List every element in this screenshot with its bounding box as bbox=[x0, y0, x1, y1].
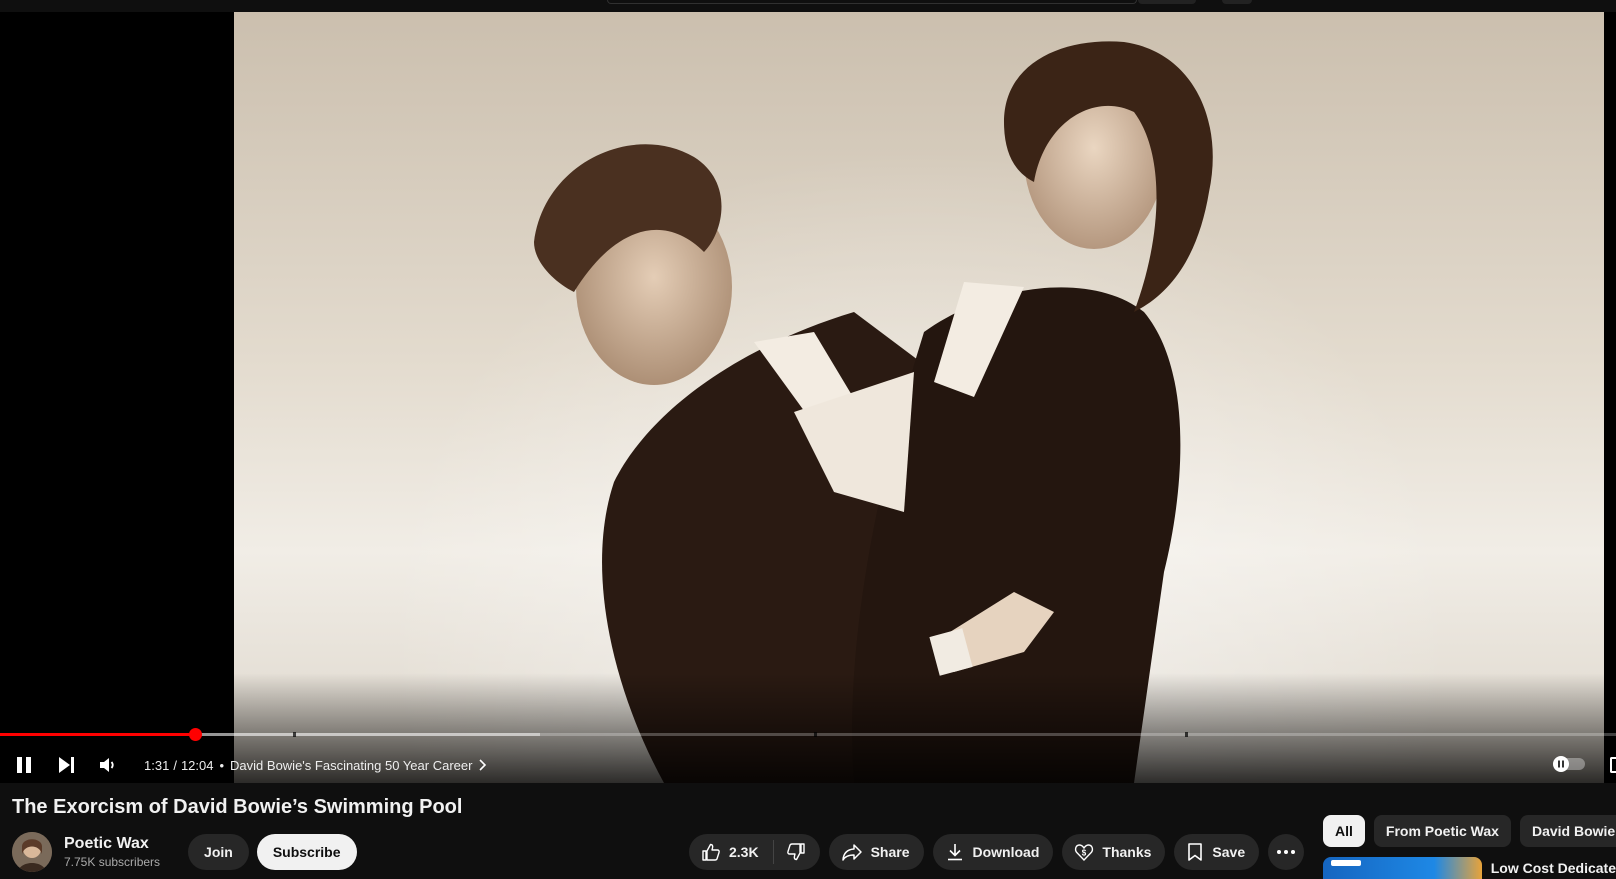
autoplay-toggle-icon bbox=[1553, 756, 1585, 772]
video-frame[interactable] bbox=[234, 12, 1604, 783]
time-display: 1:31/12:04 bbox=[144, 758, 213, 773]
thanks-icon: $ bbox=[1075, 844, 1094, 862]
avatar-image bbox=[12, 832, 52, 872]
subscribe-button[interactable]: Subscribe bbox=[256, 834, 357, 870]
recommended-item[interactable]: Low Cost Dedicate bbox=[1323, 857, 1616, 879]
duration: 12:04 bbox=[180, 757, 214, 773]
player-controls: 1:31/12:04 • David Bowie's Fascinating 5… bbox=[0, 747, 1616, 783]
chapter-dot: • bbox=[219, 757, 225, 773]
share-button[interactable]: Share bbox=[828, 834, 924, 870]
subscriber-count: 7.75K subscribers bbox=[64, 855, 161, 869]
search-bar[interactable] bbox=[607, 0, 1137, 4]
download-button[interactable]: Download bbox=[932, 834, 1054, 870]
search-button[interactable] bbox=[1138, 0, 1196, 4]
download-icon bbox=[947, 844, 962, 861]
thumbs-down-icon bbox=[786, 843, 805, 861]
like-count: 2.3K bbox=[729, 844, 759, 860]
channel-name[interactable]: Poetic Wax bbox=[64, 835, 160, 853]
mute-button[interactable] bbox=[90, 747, 126, 783]
current-time: 1:31 bbox=[144, 757, 170, 773]
thumbs-up-icon bbox=[702, 843, 720, 861]
video-title: The Exorcism of David Bowie’s Swimming P… bbox=[12, 796, 463, 818]
thanks-label: Thanks bbox=[1102, 844, 1152, 860]
channel-row: Poetic Wax 7.75K subscribers Join Subscr… bbox=[12, 832, 357, 872]
autoplay-toggle[interactable] bbox=[1553, 756, 1585, 772]
chip-from-channel[interactable]: From Poetic Wax bbox=[1373, 815, 1511, 847]
chip-all[interactable]: All bbox=[1323, 815, 1365, 847]
svg-text:$: $ bbox=[1082, 849, 1087, 858]
next-icon bbox=[59, 757, 74, 773]
related-chips: All From Poetic Wax David Bowie bbox=[1323, 815, 1616, 847]
chapter-marker bbox=[293, 732, 297, 737]
video-still-image bbox=[534, 41, 1213, 783]
chip-david-bowie[interactable]: David Bowie bbox=[1519, 815, 1616, 847]
chevron-right-icon bbox=[479, 759, 487, 771]
next-video-button[interactable] bbox=[48, 747, 84, 783]
channel-avatar[interactable] bbox=[12, 832, 52, 872]
channel-info: Poetic Wax 7.75K subscribers bbox=[64, 835, 160, 869]
progress-bar[interactable] bbox=[0, 728, 1616, 741]
chapter-marker bbox=[1185, 732, 1189, 737]
progress-scrubber[interactable] bbox=[188, 728, 202, 741]
share-icon bbox=[841, 844, 862, 861]
thumbnail-logo bbox=[1331, 860, 1361, 866]
recommended-title[interactable]: Low Cost Dedicate bbox=[1491, 857, 1616, 879]
miniplayer-button[interactable] bbox=[1610, 757, 1616, 773]
volume-icon bbox=[100, 758, 114, 772]
like-button[interactable]: 2.3K bbox=[689, 834, 773, 870]
save-button[interactable]: Save bbox=[1174, 834, 1260, 870]
voice-search-button[interactable] bbox=[1222, 0, 1252, 4]
progress-played bbox=[0, 733, 195, 736]
video-player[interactable]: 1:31/12:04 • David Bowie's Fascinating 5… bbox=[0, 12, 1616, 783]
more-actions-button[interactable] bbox=[1268, 834, 1305, 870]
save-label: Save bbox=[1212, 844, 1246, 860]
chapter-title: David Bowie's Fascinating 50 Year Career bbox=[230, 757, 473, 773]
more-icon bbox=[1277, 850, 1296, 854]
dislike-button[interactable] bbox=[774, 834, 820, 870]
chapter-marker bbox=[813, 732, 817, 737]
action-bar: 2.3K Share Download $ Thanks Save bbox=[689, 834, 1305, 870]
chapter-button[interactable]: • David Bowie's Fascinating 50 Year Care… bbox=[219, 758, 488, 773]
pause-button[interactable] bbox=[6, 747, 42, 783]
recommended-thumbnail[interactable] bbox=[1323, 857, 1482, 879]
thanks-button[interactable]: $ Thanks bbox=[1062, 834, 1166, 870]
share-label: Share bbox=[870, 844, 910, 860]
join-button[interactable]: Join bbox=[188, 834, 249, 870]
bookmark-icon bbox=[1188, 843, 1203, 861]
download-label: Download bbox=[972, 844, 1040, 860]
time-separator: / bbox=[173, 757, 177, 773]
pause-icon bbox=[17, 757, 31, 773]
like-dislike-group: 2.3K bbox=[689, 834, 820, 870]
masthead-edge bbox=[0, 0, 1616, 12]
